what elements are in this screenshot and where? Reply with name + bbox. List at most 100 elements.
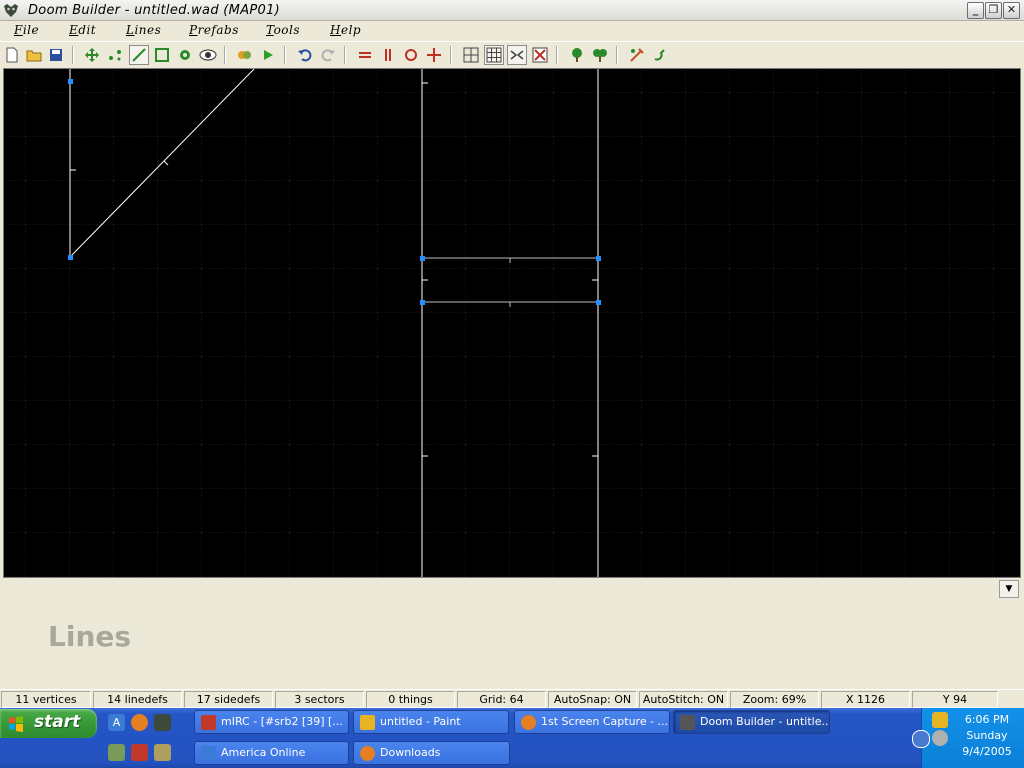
info-panel-dropdown-arrow[interactable]: ▼: [999, 580, 1019, 598]
vertex[interactable]: [68, 79, 73, 84]
aol-quicklaunch-icon[interactable]: A: [108, 714, 125, 731]
menu-edit[interactable]: Edit: [69, 23, 96, 37]
status-sidedefs: 17 sidedefs: [184, 691, 273, 708]
status-y-coordinate: Y 94: [912, 691, 998, 708]
menu-file-label: ile: [22, 23, 40, 37]
close-button[interactable]: ✕: [1003, 2, 1020, 19]
task-downloads-label: Downloads: [380, 746, 441, 759]
task-aol[interactable]: America Online: [194, 741, 349, 765]
toolbar: [0, 41, 1024, 67]
redo-icon[interactable]: [318, 45, 338, 65]
tree2-icon[interactable]: [590, 45, 610, 65]
firefox-downloads-icon: [360, 746, 375, 761]
paint-icon: [360, 715, 375, 730]
test-map-icon[interactable]: [234, 45, 254, 65]
windows-flag-icon: [9, 716, 23, 732]
system-tray: 6:06 PM Sunday 9/4/2005: [912, 708, 1024, 768]
doom-builder-quicklaunch-icon[interactable]: [154, 714, 171, 731]
map-view[interactable]: [4, 69, 1020, 577]
menu-prefabs[interactable]: Prefabs: [189, 23, 239, 37]
scale-icon[interactable]: [424, 45, 444, 65]
script-icon[interactable]: [650, 45, 670, 65]
menu-edit-label: dit: [78, 23, 97, 37]
vertex[interactable]: [68, 255, 73, 260]
menu-bar: File Edit Lines Prefabs Tools Help: [0, 21, 1024, 41]
status-autosnap[interactable]: AutoSnap: ON: [548, 691, 637, 708]
winamp-quicklaunch-icon[interactable]: [154, 744, 171, 761]
doom-builder-icon: [680, 715, 695, 730]
rotate-icon[interactable]: [401, 45, 421, 65]
start-button[interactable]: start: [0, 709, 97, 738]
new-file-icon[interactable]: [2, 45, 22, 65]
window-title: Doom Builder - untitled.wad (MAP01): [28, 3, 281, 18]
title-bar[interactable]: Doom Builder - untitled.wad (MAP01) _ ❐ …: [0, 0, 1024, 21]
clock-time: 6:06 PM: [964, 713, 1010, 726]
task-doom-builder-label: Doom Builder - untitle...: [700, 715, 830, 728]
flip-lines-icon[interactable]: [355, 45, 375, 65]
vertex[interactable]: [596, 300, 601, 305]
task-screen-capture[interactable]: 1st Screen Capture - ...: [514, 710, 670, 734]
things-mode-icon[interactable]: [175, 45, 195, 65]
task-paint[interactable]: untitled - Paint: [353, 710, 509, 734]
doom-builder-window: Doom Builder - untitled.wad (MAP01) _ ❐ …: [0, 0, 1024, 708]
toolbar-separator: [344, 46, 346, 64]
open-folder-icon[interactable]: [24, 45, 44, 65]
doom-builder-app-icon[interactable]: [3, 3, 19, 18]
status-grid[interactable]: Grid: 64: [457, 691, 546, 708]
status-sectors: 3 sectors: [275, 691, 364, 708]
tray-app-icon[interactable]: [932, 712, 948, 728]
task-paint-label: untitled - Paint: [380, 715, 461, 728]
task-mirc[interactable]: mIRC - [#srb2 [39] [...: [194, 710, 349, 734]
status-zoom: Zoom: 69%: [730, 691, 819, 708]
status-vertices: 11 vertices: [1, 691, 91, 708]
move-mode-icon[interactable]: [82, 45, 102, 65]
status-bar: 11 vertices 14 linedefs 17 sidedefs 3 se…: [0, 689, 1024, 708]
tray-speaker-icon[interactable]: [932, 730, 948, 746]
lines-mode-icon[interactable]: [129, 45, 149, 65]
stitch-icon[interactable]: [507, 45, 527, 65]
task-mirc-label: mIRC - [#srb2 [39] [...: [221, 715, 343, 728]
vertices-mode-icon[interactable]: [105, 45, 125, 65]
tree-icon[interactable]: [567, 45, 587, 65]
vertex[interactable]: [420, 256, 425, 261]
delete-icon[interactable]: [530, 45, 550, 65]
snap-grid-icon[interactable]: [484, 45, 504, 65]
flip-vertical-icon[interactable]: [378, 45, 398, 65]
menu-lines[interactable]: Lines: [126, 23, 161, 37]
menu-help-label: elp: [340, 23, 362, 37]
play-icon[interactable]: [258, 45, 278, 65]
mirc-quicklaunch-icon[interactable]: [131, 744, 148, 761]
menu-help[interactable]: Help: [330, 23, 361, 37]
menu-help-mnemonic: H: [330, 23, 341, 37]
tray-expand-icon[interactable]: [912, 730, 930, 748]
firefox-icon: [521, 715, 536, 730]
firefox-quicklaunch-icon[interactable]: [131, 714, 148, 731]
status-autostitch[interactable]: AutoStitch: ON: [639, 691, 728, 708]
toolbar-separator: [284, 46, 286, 64]
map-canvas[interactable]: [3, 68, 1021, 578]
menu-file[interactable]: File: [14, 23, 39, 37]
maximize-button[interactable]: ❐: [985, 2, 1002, 19]
minimize-button[interactable]: _: [967, 2, 984, 19]
tray-clock[interactable]: 6:06 PM Sunday 9/4/2005: [954, 712, 1020, 760]
vertex[interactable]: [420, 300, 425, 305]
aol-icon: [201, 746, 216, 761]
app-quicklaunch-icon[interactable]: [108, 744, 125, 761]
3d-mode-icon[interactable]: [198, 45, 218, 65]
toolbar-separator: [224, 46, 226, 64]
map-grid: [4, 69, 1020, 577]
status-linedefs: 14 linedefs: [93, 691, 182, 708]
menu-tools[interactable]: Tools: [266, 23, 300, 37]
menu-tools-label: ools: [273, 23, 301, 37]
tools-icon[interactable]: [627, 45, 647, 65]
vertex[interactable]: [596, 256, 601, 261]
sectors-mode-icon[interactable]: [152, 45, 172, 65]
toolbar-separator: [556, 46, 558, 64]
grid-icon[interactable]: [461, 45, 481, 65]
undo-icon[interactable]: [295, 45, 315, 65]
start-label: start: [34, 712, 81, 732]
save-icon[interactable]: [46, 45, 66, 65]
taskbar: start A mIRC - [#srb2 [39] [... untitled…: [0, 708, 1024, 768]
task-downloads[interactable]: Downloads: [353, 741, 510, 765]
task-doom-builder[interactable]: Doom Builder - untitle...: [673, 710, 830, 734]
